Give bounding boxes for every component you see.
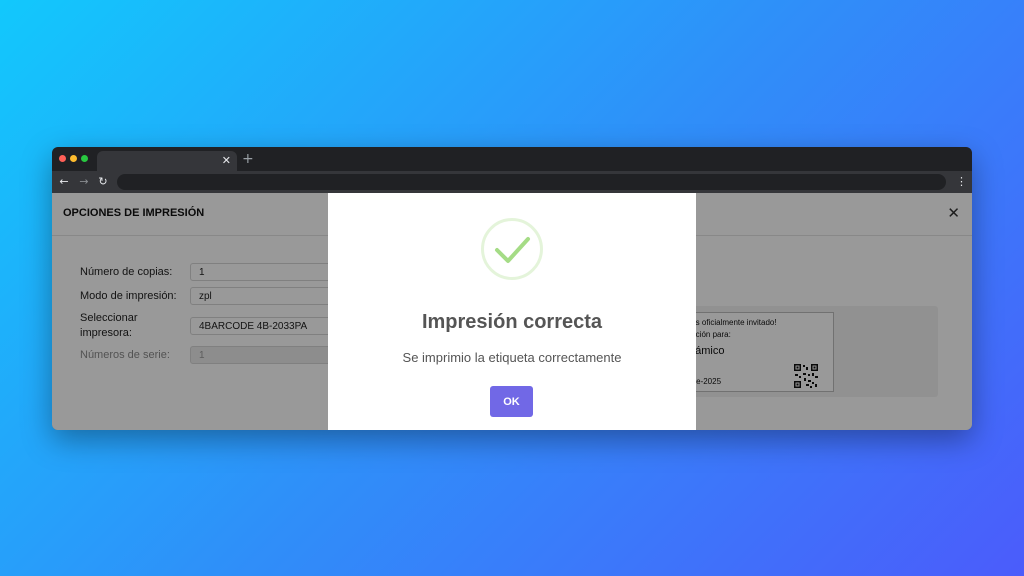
- tab-bar: ✕ +: [52, 147, 972, 171]
- tab-close-icon[interactable]: ✕: [222, 153, 231, 169]
- back-arrow-icon[interactable]: ←: [57, 173, 71, 191]
- browser-toolbar: ← → ↻ ⋮: [52, 171, 972, 193]
- new-tab-button[interactable]: +: [242, 150, 254, 168]
- success-dialog: Impresión correcta Se imprimio la etique…: [328, 193, 696, 430]
- dialog-title: Impresión correcta: [421, 311, 603, 333]
- forward-arrow-icon[interactable]: →: [77, 173, 91, 191]
- page-content: OPCIONES DE IMPRESIÓN ✕ Número de copias…: [52, 193, 972, 430]
- reload-icon[interactable]: ↻: [96, 173, 110, 191]
- browser-tab[interactable]: ✕: [97, 151, 237, 171]
- close-window-button[interactable]: [59, 155, 66, 162]
- minimize-window-button[interactable]: [70, 155, 77, 162]
- dialog-message: Se imprimio la etiqueta correctamente: [402, 350, 622, 365]
- maximize-window-button[interactable]: [81, 155, 88, 162]
- address-bar[interactable]: [117, 174, 946, 190]
- ok-button[interactable]: OK: [490, 386, 533, 417]
- success-check-icon: [481, 218, 543, 280]
- browser-menu-icon[interactable]: ⋮: [956, 173, 967, 191]
- browser-window: ✕ + ← → ↻ ⋮ OPCIONES DE IMPRESIÓN ✕ Núme…: [52, 147, 972, 430]
